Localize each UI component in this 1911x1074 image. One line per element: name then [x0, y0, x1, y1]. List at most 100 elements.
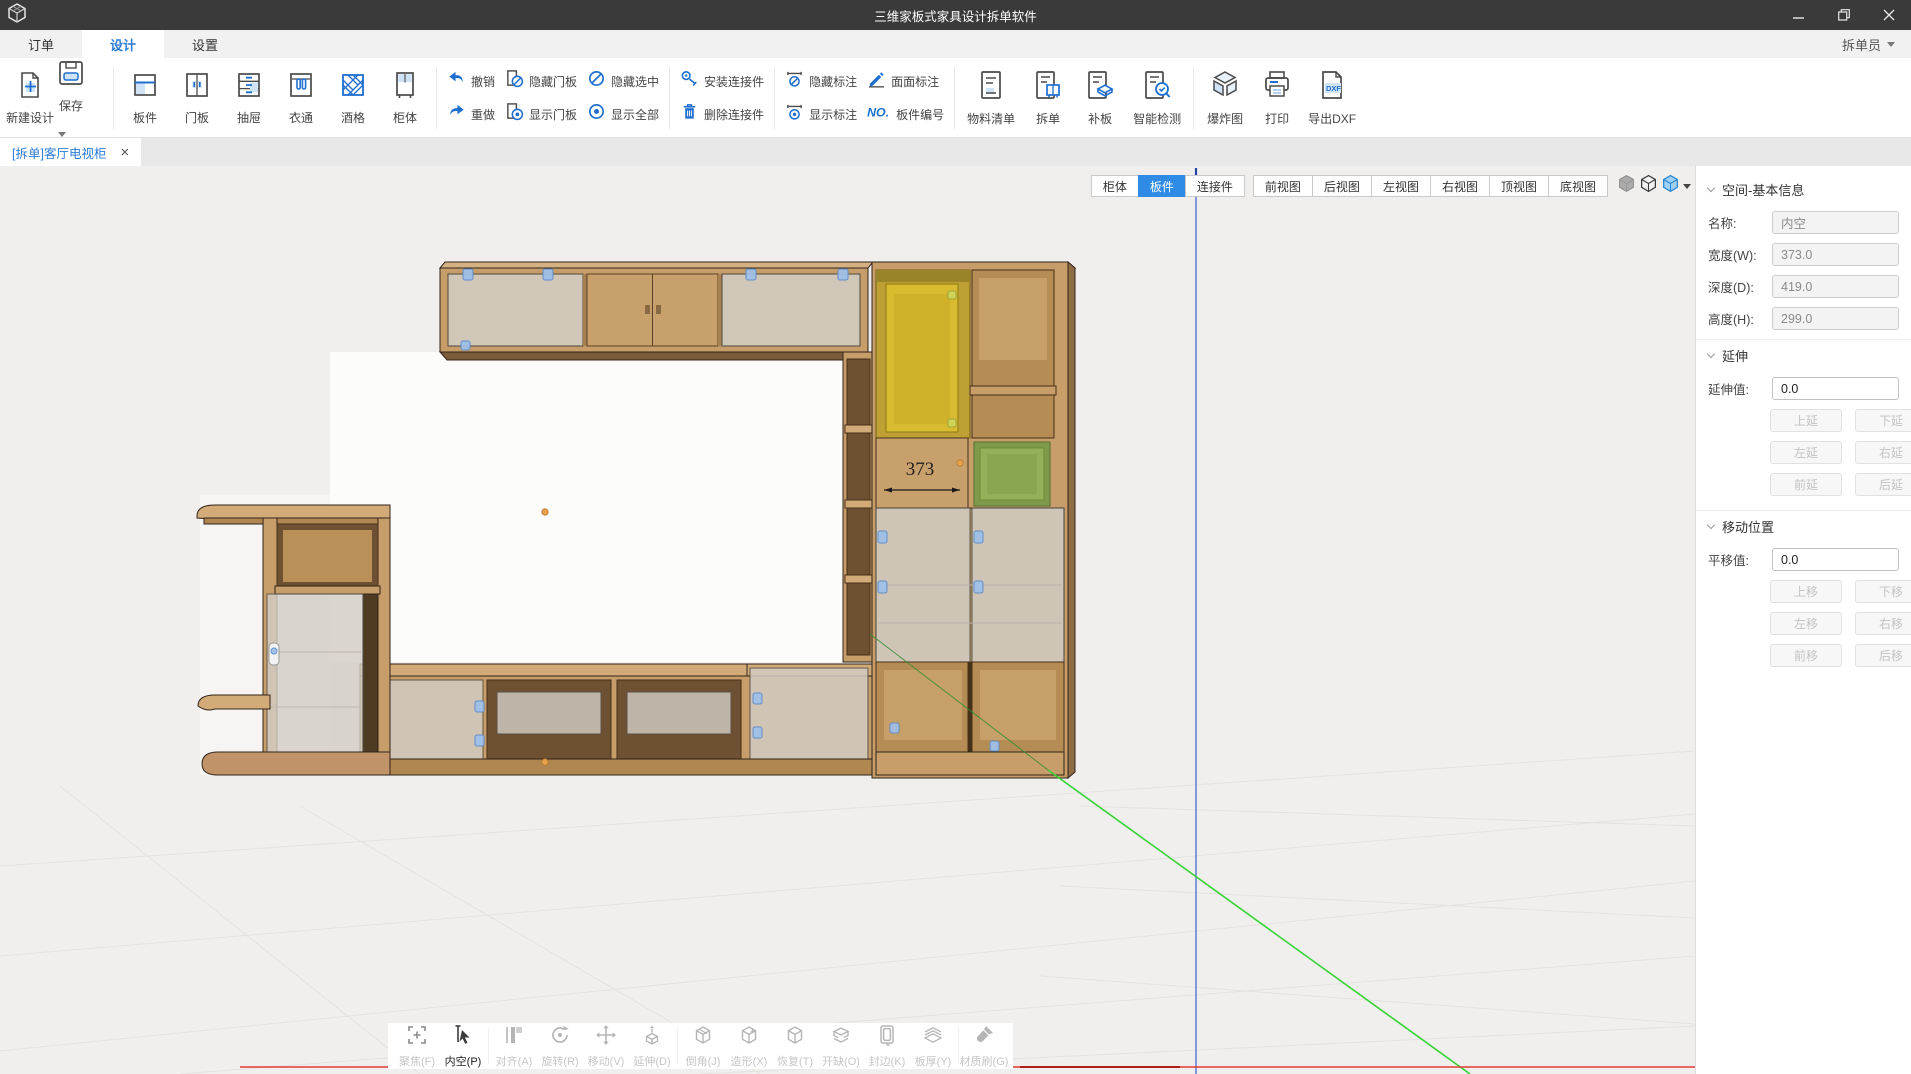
undo-button[interactable]: 撤销 — [447, 69, 495, 93]
undo-icon — [447, 69, 466, 93]
extend-up-button[interactable]: 上延 — [1770, 409, 1842, 432]
section-space-info[interactable]: 空间-基本信息 — [1708, 180, 1899, 199]
name-field[interactable] — [1772, 211, 1899, 234]
shape-tool[interactable]: 造形(X) — [726, 1023, 772, 1069]
insert-wine-rack-button[interactable]: 酒格 — [327, 66, 379, 130]
inner-space-tool[interactable]: 内空(P) — [440, 1023, 486, 1069]
insert-panel-button[interactable]: 板件 — [119, 66, 171, 130]
solid-cube-icon[interactable] — [1617, 174, 1636, 198]
move-back-button[interactable]: 后移 — [1855, 644, 1911, 667]
rotate-icon — [548, 1023, 572, 1052]
panel-number-button[interactable]: NO. 板件编号 — [867, 102, 944, 126]
window-title: 三维家板式家具设计拆单软件 — [0, 6, 1911, 25]
furniture-model[interactable]: 373 — [190, 255, 1080, 785]
focus-tool[interactable]: 聚焦(F) — [394, 1023, 440, 1069]
insert-door-button[interactable]: 门板 — [171, 66, 223, 130]
export-dxf-icon: DXF — [1316, 69, 1348, 106]
extend-back-button[interactable]: 后延 — [1855, 473, 1911, 496]
inner-space-cursor-icon — [451, 1023, 475, 1052]
install-connector-button[interactable]: 安装连接件 — [680, 69, 764, 93]
depth-field[interactable] — [1772, 275, 1899, 298]
restore-tool[interactable]: 恢复(T) — [772, 1023, 818, 1069]
document-tab-bar: [拆单]客厅电视柜 × — [0, 138, 1911, 166]
board-thickness-tool[interactable]: 板厚(Y) — [910, 1023, 956, 1069]
align-tool[interactable]: 对齐(A) — [491, 1023, 537, 1069]
split-order-button[interactable]: 拆单 — [1022, 65, 1074, 131]
patch-board-icon — [1084, 69, 1116, 106]
material-brush-tool[interactable]: 材质刷(G) — [961, 1023, 1007, 1069]
extend-down-button[interactable]: 下延 — [1855, 409, 1911, 432]
print-button[interactable]: 打印 — [1251, 65, 1303, 131]
extend-front-button[interactable]: 前延 — [1770, 473, 1842, 496]
hide-dimension-button[interactable]: 隐藏标注 — [785, 69, 857, 93]
drawer-icon — [234, 70, 264, 105]
mode-cabinet-button[interactable]: 柜体 — [1091, 175, 1139, 197]
transparent-cube-icon[interactable] — [1661, 174, 1680, 198]
tab-close-icon[interactable]: × — [120, 145, 129, 160]
edge-band-icon — [875, 1023, 899, 1052]
trash-icon — [680, 102, 699, 126]
wireframe-cube-icon[interactable] — [1639, 174, 1658, 198]
extend-right-button[interactable]: 右延 — [1855, 441, 1911, 464]
extend-tool[interactable]: 延伸(D) — [629, 1023, 675, 1069]
extend-left-button[interactable]: 左延 — [1770, 441, 1842, 464]
section-move[interactable]: 移动位置 — [1708, 517, 1899, 536]
user-role-dropdown[interactable]: 拆单员 — [1842, 30, 1911, 58]
chevron-down-icon — [1887, 42, 1895, 47]
show-door-icon — [505, 102, 524, 126]
extend-value-field[interactable] — [1772, 377, 1899, 400]
notch-tool[interactable]: 开缺(O) — [818, 1023, 864, 1069]
document-tab[interactable]: [拆单]客厅电视柜 × — [0, 138, 141, 166]
face-dimension-button[interactable]: 面面标注 — [867, 69, 944, 93]
smart-check-button[interactable]: 智能检测 — [1126, 65, 1188, 131]
mode-panel-button[interactable]: 板件 — [1138, 175, 1186, 197]
explode-view-button[interactable]: 爆炸图 — [1199, 65, 1251, 131]
hide-selected-icon — [587, 69, 606, 93]
edge-band-tool[interactable]: 封边(K) — [864, 1023, 910, 1069]
tab-settings[interactable]: 设置 — [164, 30, 246, 58]
3d-viewport[interactable]: 373 柜体 板件 连接件 — [0, 166, 1695, 1074]
wall-backdrop — [330, 352, 845, 662]
new-design-button[interactable]: 新建设计 — [4, 66, 56, 130]
move-value-field[interactable] — [1772, 548, 1899, 571]
front-view-button[interactable]: 前视图 — [1253, 175, 1313, 197]
export-dxf-button[interactable]: DXF 导出DXF — [1303, 65, 1361, 131]
material-list-button[interactable]: 物料清单 — [960, 65, 1022, 131]
delete-connector-button[interactable]: 删除连接件 — [680, 102, 764, 126]
user-role-label: 拆单员 — [1842, 35, 1881, 54]
right-view-button[interactable]: 右视图 — [1430, 175, 1490, 197]
section-extend[interactable]: 延伸 — [1708, 346, 1899, 365]
view-toolbar: 柜体 板件 连接件 前视图 后视图 左视图 右视图 顶视图 底视图 — [1091, 174, 1691, 198]
insert-drawer-button[interactable]: 抽屉 — [223, 66, 275, 130]
hide-doors-button[interactable]: 隐藏门板 — [505, 69, 577, 93]
insert-cabinet-button[interactable]: 柜体 — [379, 66, 431, 130]
show-doors-button[interactable]: 显示门板 — [505, 102, 577, 126]
move-down-button[interactable]: 下移 — [1855, 580, 1911, 603]
move-right-button[interactable]: 右移 — [1855, 612, 1911, 635]
show-all-button[interactable]: 显示全部 — [587, 102, 659, 126]
back-view-button[interactable]: 后视图 — [1312, 175, 1372, 197]
mode-connector-button[interactable]: 连接件 — [1185, 175, 1245, 197]
patch-board-button[interactable]: 补板 — [1074, 65, 1126, 131]
height-field[interactable] — [1772, 307, 1899, 330]
bottom-view-button[interactable]: 底视图 — [1548, 175, 1608, 197]
hide-selected-button[interactable]: 隐藏选中 — [587, 69, 659, 93]
save-dropdown-icon[interactable] — [58, 132, 66, 137]
new-design-icon — [15, 70, 45, 105]
cube-style-dropdown-icon[interactable] — [1683, 184, 1691, 189]
width-field[interactable] — [1772, 243, 1899, 266]
application-window: 三维家板式家具设计拆单软件 订单 设计 设置 拆单员 新建设计 保存 — [0, 0, 1911, 1074]
menu-bar: 订单 设计 设置 拆单员 — [0, 30, 1911, 58]
save-button[interactable]: 保存 — [56, 54, 108, 141]
insert-rail-button[interactable]: 衣通 — [275, 66, 327, 130]
left-view-button[interactable]: 左视图 — [1371, 175, 1431, 197]
top-view-button[interactable]: 顶视图 — [1489, 175, 1549, 197]
chamfer-tool[interactable]: 倒角(J) — [680, 1023, 726, 1069]
move-left-button[interactable]: 左移 — [1770, 612, 1842, 635]
move-tool[interactable]: 移动(V) — [583, 1023, 629, 1069]
show-dimension-button[interactable]: 显示标注 — [785, 102, 857, 126]
move-front-button[interactable]: 前移 — [1770, 644, 1842, 667]
redo-button[interactable]: 重做 — [447, 102, 495, 126]
move-up-button[interactable]: 上移 — [1770, 580, 1842, 603]
rotate-tool[interactable]: 旋转(R) — [537, 1023, 583, 1069]
